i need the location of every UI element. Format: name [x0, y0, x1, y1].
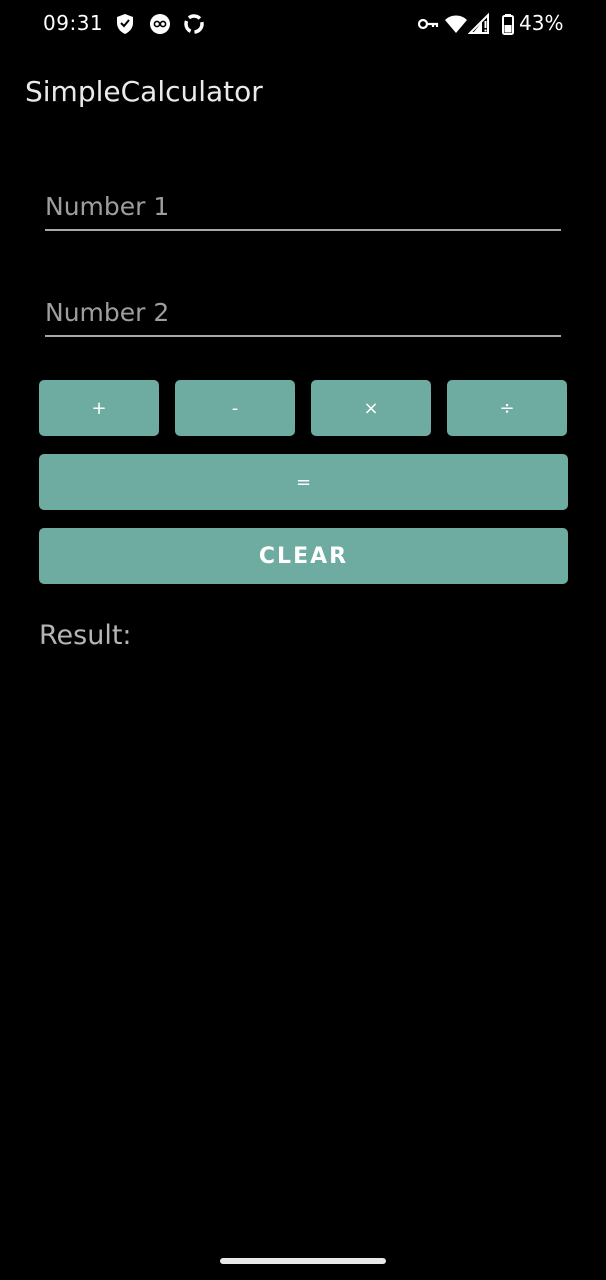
equals-button[interactable]: =: [39, 454, 568, 510]
status-time: 09:31: [43, 11, 104, 35]
battery-percentage: 43%: [519, 11, 564, 35]
signal-icon: [468, 12, 489, 34]
shield-icon: [117, 14, 133, 34]
app-title: SimpleCalculator: [25, 75, 263, 108]
vpn-key-icon: [417, 18, 439, 30]
number1-input[interactable]: [45, 183, 561, 231]
navigation-handle[interactable]: [220, 1258, 386, 1264]
wifi-icon: [445, 15, 467, 33]
number2-input[interactable]: [45, 289, 561, 337]
status-bar: 09:31 43%: [0, 0, 606, 48]
notification-icon: [150, 14, 170, 34]
battery-icon: [502, 14, 514, 35]
result-label: Result:: [39, 620, 132, 651]
divide-button[interactable]: ÷: [447, 380, 567, 436]
add-button[interactable]: +: [39, 380, 159, 436]
multiply-button[interactable]: ×: [311, 380, 431, 436]
clear-button[interactable]: CLEAR: [39, 528, 568, 584]
sync-icon: [184, 14, 204, 34]
subtract-button[interactable]: -: [175, 380, 295, 436]
